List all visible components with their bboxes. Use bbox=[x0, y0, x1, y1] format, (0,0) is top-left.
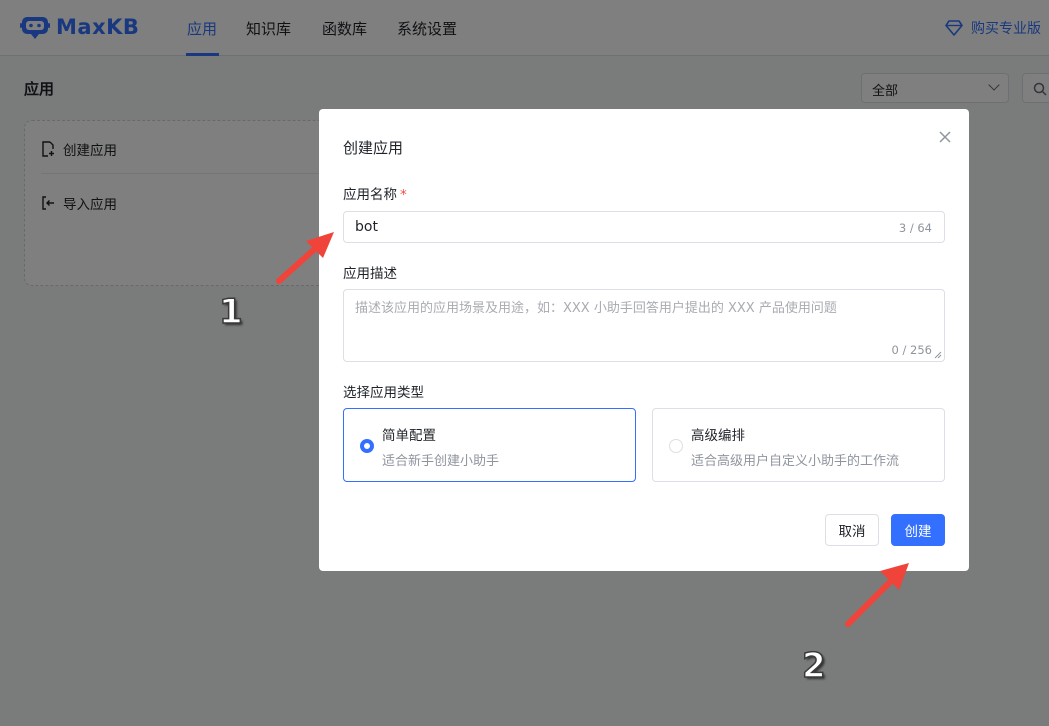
app-type-advanced-desc: 适合高级用户自定义小助手的工作流 bbox=[691, 454, 900, 469]
app-name-value: bot bbox=[355, 219, 378, 235]
app-type-simple-name: 简单配置 bbox=[382, 428, 436, 444]
dialog-title: 创建应用 bbox=[343, 139, 404, 157]
app-type-simple-desc: 适合新手创建小助手 bbox=[382, 454, 500, 469]
annotation-step-1: 1 bbox=[218, 291, 243, 333]
cancel-button[interactable]: 取消 bbox=[825, 514, 879, 546]
app-type-label: 选择应用类型 bbox=[343, 385, 424, 401]
close-icon[interactable] bbox=[937, 129, 953, 145]
radio-selected-icon[interactable] bbox=[360, 439, 374, 453]
annotation-step-2: 2 bbox=[801, 645, 826, 687]
create-button[interactable]: 创建 bbox=[891, 514, 945, 546]
app-type-simple[interactable]: 简单配置 适合新手创建小助手 bbox=[343, 408, 636, 482]
radio-unselected-icon[interactable] bbox=[669, 439, 683, 453]
app-name-label-text: 应用名称 bbox=[343, 187, 397, 203]
app-desc-label: 应用描述 bbox=[343, 266, 397, 282]
app-desc-textarea[interactable]: 描述该应用的应用场景及用途，如：XXX 小助手回答用户提出的 XXX 产品使用问… bbox=[343, 289, 945, 362]
app-desc-char-count: 0 / 256 bbox=[891, 343, 932, 357]
app-name-char-count: 3 / 64 bbox=[898, 221, 932, 235]
app-name-label: 应用名称 * bbox=[343, 183, 407, 203]
app-type-advanced-name: 高级编排 bbox=[691, 428, 745, 444]
resize-handle-icon[interactable] bbox=[934, 351, 942, 359]
app-desc-placeholder: 描述该应用的应用场景及用途，如：XXX 小助手回答用户提出的 XXX 产品使用问… bbox=[355, 301, 837, 316]
create-app-dialog: 创建应用 应用名称 * bot 3 / 64 应用描述 描述该应用的应用场景及用途… bbox=[319, 109, 969, 571]
app-name-input[interactable]: bot 3 / 64 bbox=[343, 211, 945, 243]
required-mark: * bbox=[400, 187, 407, 203]
app-type-advanced[interactable]: 高级编排 适合高级用户自定义小助手的工作流 bbox=[652, 408, 945, 482]
